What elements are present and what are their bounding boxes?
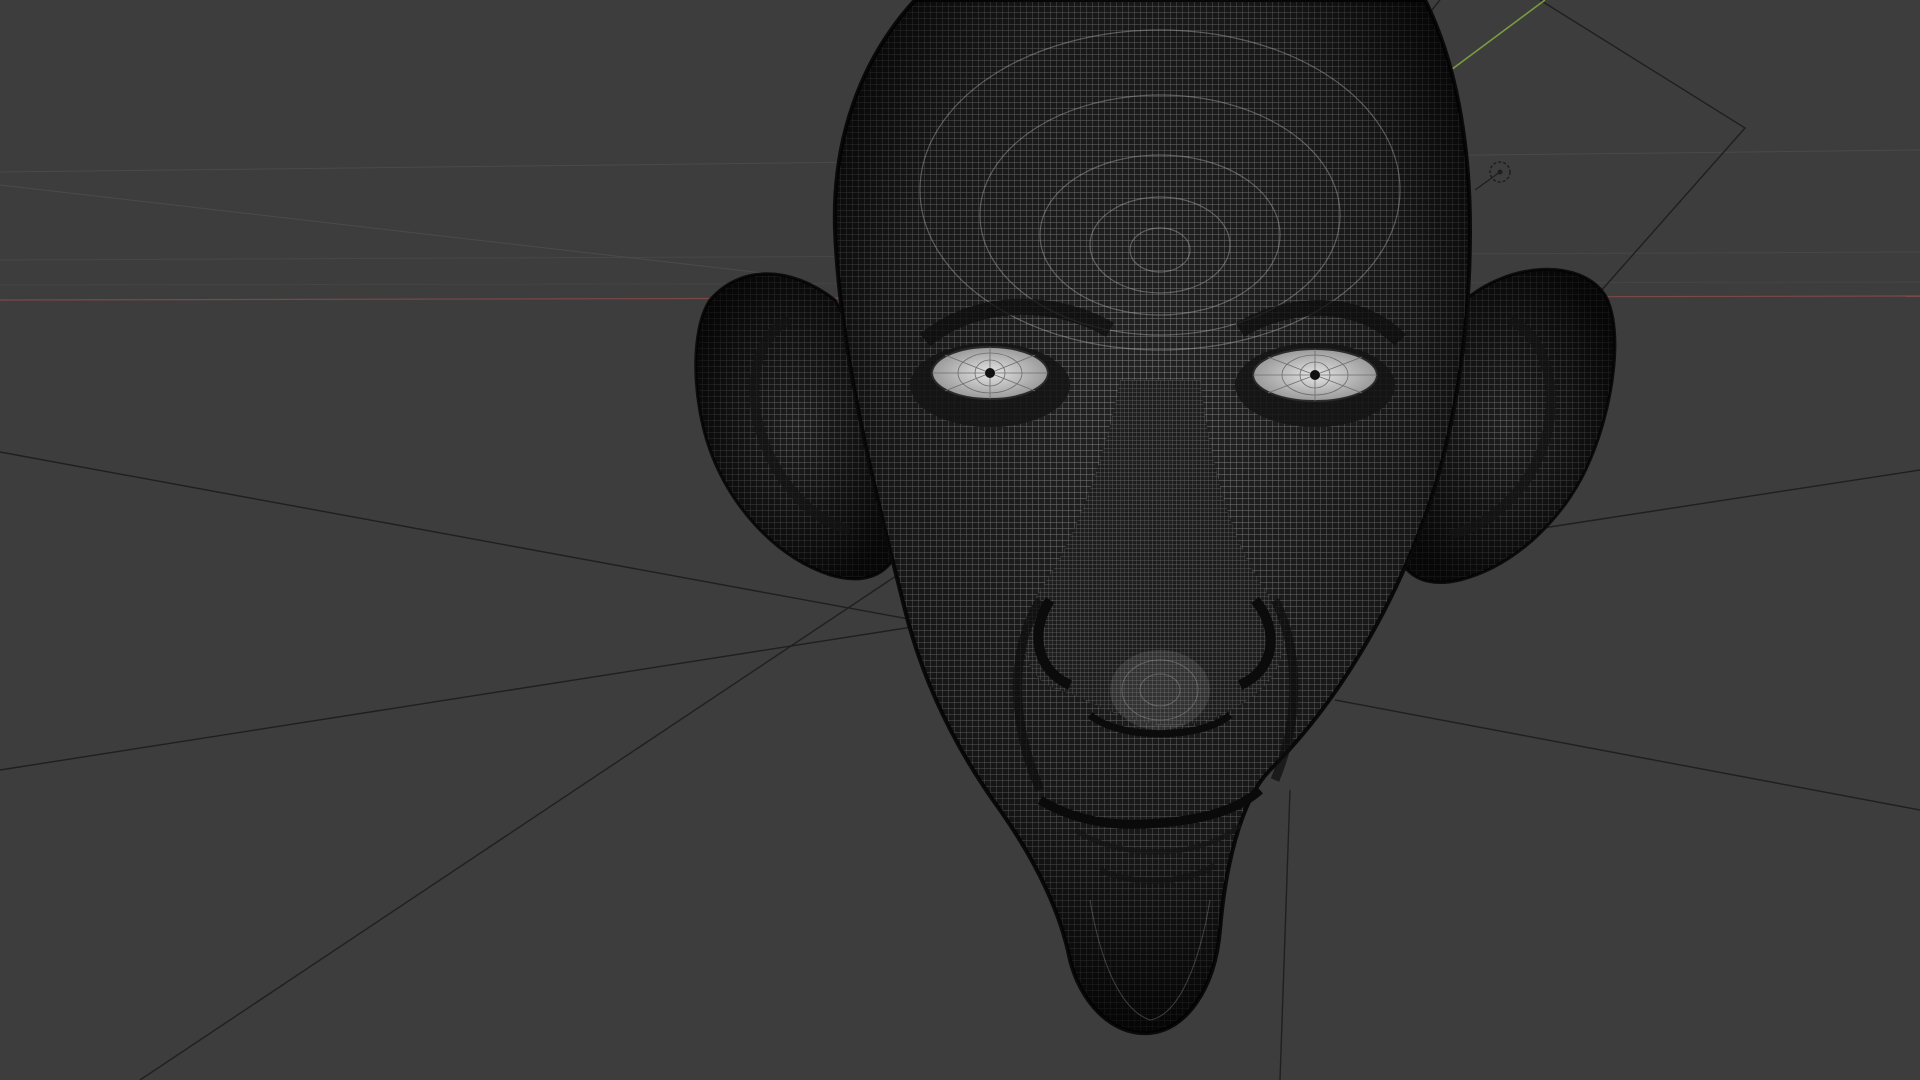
left-eye [931,346,1049,400]
light-icon[interactable] [1474,161,1511,191]
right-eye [1252,348,1378,402]
3d-viewport[interactable] [0,0,1920,1080]
viewport-canvas[interactable] [0,0,1920,1080]
